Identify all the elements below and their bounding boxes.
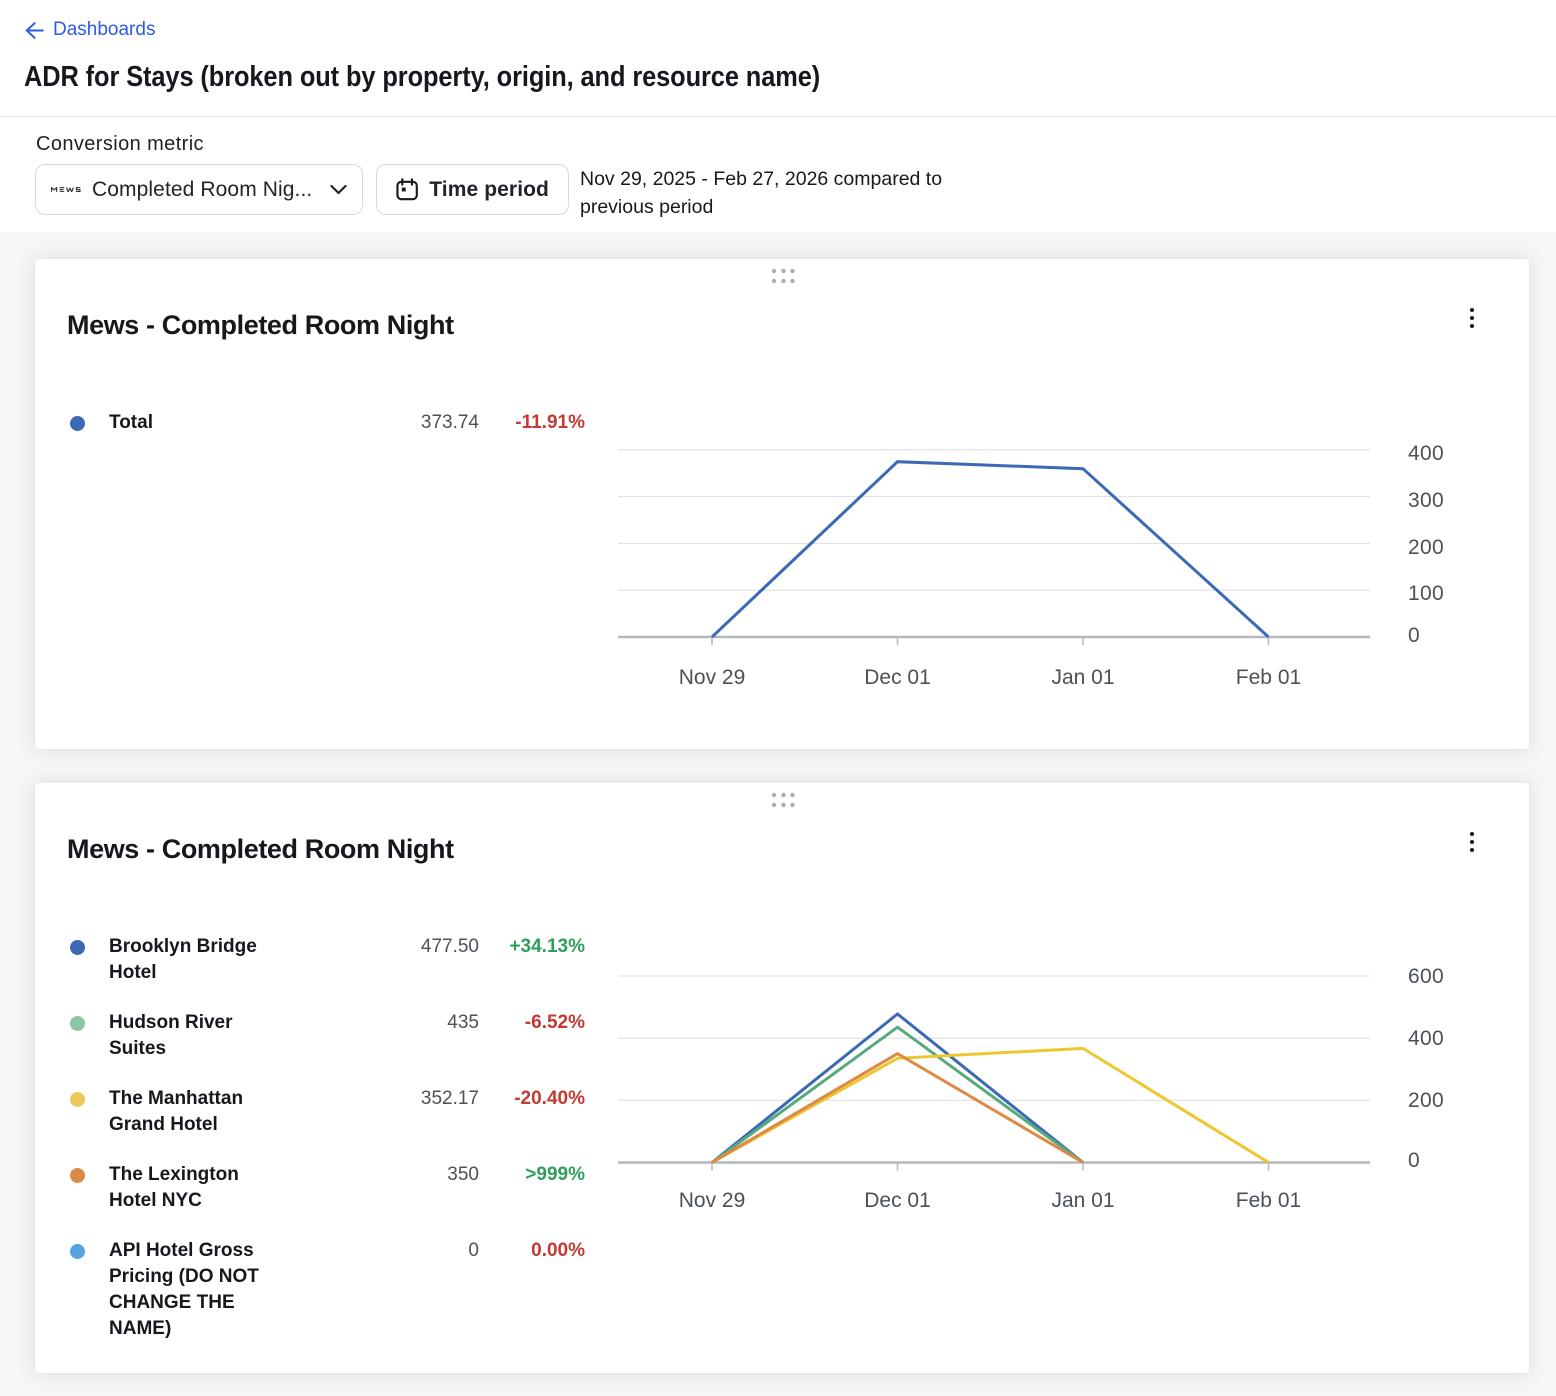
svg-text:Feb 01: Feb 01 — [1236, 666, 1301, 689]
svg-text:Jan 01: Jan 01 — [1051, 666, 1114, 689]
svg-text:0: 0 — [1408, 1149, 1420, 1172]
svg-text:Jan 01: Jan 01 — [1051, 1189, 1114, 1212]
svg-text:Feb 01: Feb 01 — [1236, 1189, 1301, 1212]
svg-text:Nov 29: Nov 29 — [679, 1189, 746, 1212]
svg-text:Dec 01: Dec 01 — [864, 1189, 931, 1212]
svg-text:200: 200 — [1408, 1089, 1444, 1112]
svg-text:400: 400 — [1408, 442, 1444, 465]
svg-text:300: 300 — [1408, 489, 1444, 512]
svg-text:Nov 29: Nov 29 — [679, 666, 746, 689]
svg-text:200: 200 — [1408, 536, 1444, 559]
svg-text:400: 400 — [1408, 1027, 1444, 1050]
svg-text:0: 0 — [1408, 624, 1420, 647]
svg-text:Dec 01: Dec 01 — [864, 666, 931, 689]
svg-text:100: 100 — [1408, 582, 1444, 605]
svg-text:600: 600 — [1408, 965, 1444, 988]
